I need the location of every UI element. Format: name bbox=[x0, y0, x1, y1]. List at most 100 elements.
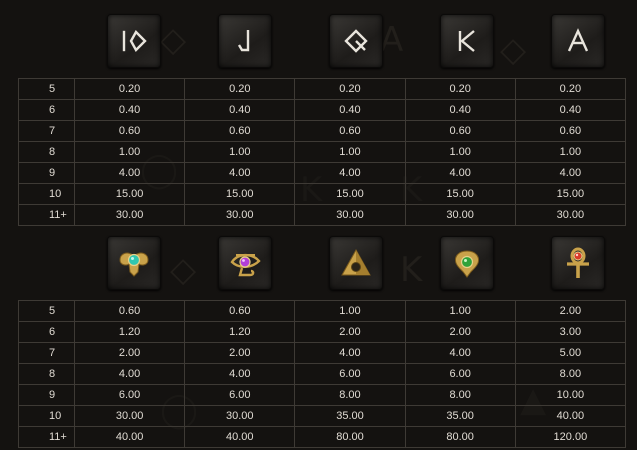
payout-value: 0.60 bbox=[184, 120, 296, 142]
payout-value: 0.60 bbox=[404, 120, 516, 142]
symbol-count: 6 bbox=[18, 99, 75, 121]
symbol-icon-row bbox=[18, 14, 626, 78]
payout-value: 0.40 bbox=[404, 99, 516, 121]
payout-value: 15.00 bbox=[184, 183, 296, 205]
rune-q-icon bbox=[329, 14, 383, 68]
table-row: 10 15.00 15.00 15.00 15.00 15.00 bbox=[18, 183, 627, 205]
payout-value: 6.00 bbox=[294, 363, 406, 385]
payout-value: 35.00 bbox=[404, 405, 516, 427]
payout-value: 30.00 bbox=[294, 204, 406, 226]
payout-value: 30.00 bbox=[184, 405, 296, 427]
pyramid-icon bbox=[329, 236, 383, 290]
table-row: 9 4.00 4.00 4.00 4.00 4.00 bbox=[18, 162, 627, 184]
payout-value: 15.00 bbox=[514, 183, 627, 205]
table-row: 5 0.20 0.20 0.20 0.20 0.20 bbox=[18, 78, 627, 100]
rune-10-icon bbox=[107, 14, 161, 68]
ankh-icon bbox=[551, 236, 605, 290]
payout-value: 1.00 bbox=[404, 300, 516, 322]
payout-value: 35.00 bbox=[294, 405, 406, 427]
payout-value: 0.60 bbox=[73, 120, 186, 142]
payout-value: 2.00 bbox=[514, 300, 627, 322]
payout-value: 30.00 bbox=[184, 204, 296, 226]
payout-value: 3.00 bbox=[514, 321, 627, 343]
payout-value: 1.20 bbox=[73, 321, 186, 343]
payout-value: 0.40 bbox=[184, 99, 296, 121]
table-row: 7 2.00 2.00 4.00 4.00 5.00 bbox=[18, 342, 627, 364]
paytable-grid: 5 0.20 0.20 0.20 0.20 0.20 6 0.40 0.40 0… bbox=[18, 78, 627, 226]
symbol-count: 5 bbox=[18, 78, 75, 100]
table-row: 6 0.40 0.40 0.40 0.40 0.40 bbox=[18, 99, 627, 121]
payout-value: 0.60 bbox=[514, 120, 627, 142]
cobra-icon bbox=[440, 236, 494, 290]
table-row: 8 1.00 1.00 1.00 1.00 1.00 bbox=[18, 141, 627, 163]
payout-value: 80.00 bbox=[404, 426, 516, 448]
payout-value: 0.60 bbox=[184, 300, 296, 322]
payout-value: 0.20 bbox=[73, 78, 186, 100]
paytable-section-premium-symbols: 5 0.60 0.60 1.00 1.00 2.00 6 1.20 1.20 2… bbox=[18, 236, 627, 448]
payout-value: 1.20 bbox=[184, 321, 296, 343]
payout-value: 2.00 bbox=[294, 321, 406, 343]
payout-value: 30.00 bbox=[514, 204, 627, 226]
paytable-grid: 5 0.60 0.60 1.00 1.00 2.00 6 1.20 1.20 2… bbox=[18, 300, 627, 448]
paytable-section-card-symbols: 5 0.20 0.20 0.20 0.20 0.20 6 0.40 0.40 0… bbox=[18, 14, 627, 226]
symbol-count: 6 bbox=[18, 321, 75, 343]
payout-value: 8.00 bbox=[294, 384, 406, 406]
payout-value: 30.00 bbox=[73, 204, 186, 226]
payout-value: 4.00 bbox=[73, 162, 186, 184]
symbol-count: 10 bbox=[18, 183, 75, 205]
table-row: 8 4.00 4.00 6.00 6.00 8.00 bbox=[18, 363, 627, 385]
payout-value: 1.00 bbox=[294, 300, 406, 322]
payout-value: 0.40 bbox=[294, 99, 406, 121]
symbol-count: 11+ bbox=[18, 204, 75, 226]
symbol-count: 9 bbox=[18, 384, 75, 406]
table-row: 5 0.60 0.60 1.00 1.00 2.00 bbox=[18, 300, 627, 322]
rune-k-icon bbox=[440, 14, 494, 68]
symbol-count: 7 bbox=[18, 342, 75, 364]
payout-value: 6.00 bbox=[184, 384, 296, 406]
payout-value: 1.00 bbox=[514, 141, 627, 163]
symbol-count: 8 bbox=[18, 141, 75, 163]
payout-value: 40.00 bbox=[73, 426, 186, 448]
payout-value: 8.00 bbox=[514, 363, 627, 385]
symbol-icon-row bbox=[18, 236, 626, 300]
payout-value: 4.00 bbox=[184, 162, 296, 184]
symbol-count: 8 bbox=[18, 363, 75, 385]
eye-of-horus-icon bbox=[218, 236, 272, 290]
table-row: 11+ 40.00 40.00 80.00 80.00 120.00 bbox=[18, 426, 627, 448]
payout-value: 0.60 bbox=[294, 120, 406, 142]
payout-value: 30.00 bbox=[404, 204, 516, 226]
payout-value: 30.00 bbox=[73, 405, 186, 427]
payout-value: 2.00 bbox=[184, 342, 296, 364]
payout-value: 120.00 bbox=[514, 426, 627, 448]
symbol-count: 9 bbox=[18, 162, 75, 184]
payout-value: 15.00 bbox=[294, 183, 406, 205]
payout-value: 6.00 bbox=[404, 363, 516, 385]
payout-value: 4.00 bbox=[514, 162, 627, 184]
payout-value: 4.00 bbox=[404, 162, 516, 184]
payout-value: 0.20 bbox=[514, 78, 627, 100]
payout-value: 0.20 bbox=[294, 78, 406, 100]
symbol-count: 11+ bbox=[18, 426, 75, 448]
payout-value: 4.00 bbox=[73, 363, 186, 385]
payout-value: 0.40 bbox=[73, 99, 186, 121]
payout-value: 1.00 bbox=[404, 141, 516, 163]
payout-value: 0.20 bbox=[404, 78, 516, 100]
scarab-icon bbox=[107, 236, 161, 290]
payout-value: 2.00 bbox=[73, 342, 186, 364]
payout-value: 8.00 bbox=[404, 384, 516, 406]
table-row: 11+ 30.00 30.00 30.00 30.00 30.00 bbox=[18, 204, 627, 226]
payout-value: 4.00 bbox=[184, 363, 296, 385]
symbol-count: 10 bbox=[18, 405, 75, 427]
table-row: 10 30.00 30.00 35.00 35.00 40.00 bbox=[18, 405, 627, 427]
symbol-count: 7 bbox=[18, 120, 75, 142]
payout-value: 15.00 bbox=[404, 183, 516, 205]
payout-value: 40.00 bbox=[514, 405, 627, 427]
payout-value: 6.00 bbox=[73, 384, 186, 406]
payout-value: 2.00 bbox=[404, 321, 516, 343]
table-row: 7 0.60 0.60 0.60 0.60 0.60 bbox=[18, 120, 627, 142]
payout-value: 15.00 bbox=[73, 183, 186, 205]
payout-value: 1.00 bbox=[294, 141, 406, 163]
payout-value: 0.60 bbox=[73, 300, 186, 322]
payout-value: 0.40 bbox=[514, 99, 627, 121]
payout-value: 40.00 bbox=[184, 426, 296, 448]
